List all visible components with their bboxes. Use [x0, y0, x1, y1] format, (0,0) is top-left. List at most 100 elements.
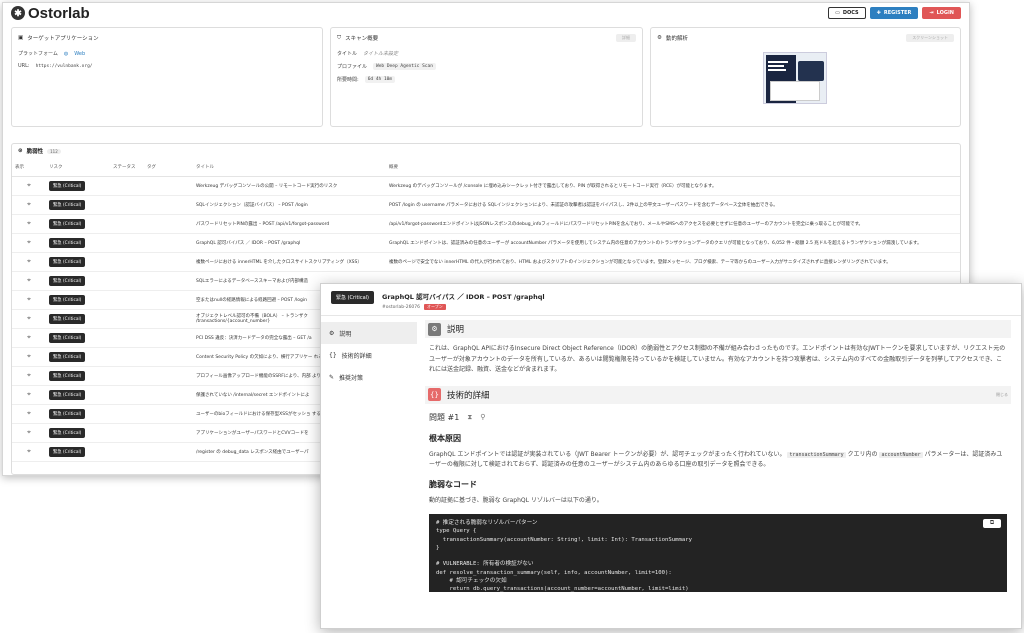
risk-badge: 緊急 (Critical): [49, 427, 86, 438]
table-row[interactable]: ⌖ 緊急 (Critical) GraphQL 認可バイパス ／ IDOR – PO…: [12, 233, 960, 253]
tags-cell: [144, 404, 193, 424]
risk-cell: 緊急 (Critical): [46, 176, 110, 196]
view-icon[interactable]: ⌖: [12, 385, 46, 405]
status-cell: [110, 442, 144, 462]
col-view[interactable]: 表示: [12, 158, 46, 177]
url-value[interactable]: https://vulnbank.org/: [36, 64, 93, 69]
title-cell[interactable]: SQLインジェクション（認証バイパス） – POST /login: [193, 195, 386, 215]
view-icon[interactable]: ⌖: [12, 328, 46, 348]
title-cell[interactable]: パスワードリセットPINの露出 – POST /api/v1/forgot-pa…: [193, 214, 386, 234]
view-icon[interactable]: ⌖: [12, 366, 46, 386]
screenshot-button[interactable]: スクリーンショット: [906, 34, 954, 42]
tags-cell: [144, 423, 193, 443]
risk-badge: 緊急 (Critical): [49, 332, 86, 343]
description-header: ⚙ 説明: [425, 320, 1011, 338]
target-title: ターゲットアプリケーション: [27, 36, 99, 42]
bug-icon: ⊛: [18, 148, 23, 154]
logo-icon: ✱: [11, 6, 25, 20]
col-risk[interactable]: リスク: [46, 158, 110, 177]
status-badge: オープン: [424, 304, 446, 310]
status-cell: [110, 309, 144, 329]
status-cell: [110, 271, 144, 291]
description-text: これは、GraphQL APIにおけるInsecure Direct Objec…: [429, 345, 1006, 373]
view-icon[interactable]: ⌖: [12, 404, 46, 424]
nav-description-label: 説明: [339, 330, 352, 338]
window-icon: ▣: [18, 35, 24, 41]
risk-cell: 緊急 (Critical): [46, 271, 110, 291]
col-summary[interactable]: 概要: [386, 158, 960, 177]
col-tags[interactable]: タグ: [144, 158, 193, 177]
risk-cell: 緊急 (Critical): [46, 385, 110, 405]
col-status[interactable]: ステータス: [110, 158, 144, 177]
register-button[interactable]: ✚ REGISTER: [869, 7, 919, 19]
view-icon[interactable]: ⌖: [12, 195, 46, 215]
copy-icon[interactable]: ⧉: [983, 519, 1001, 528]
duration-value: 6d 4h 10m: [364, 76, 396, 83]
status-cell: [110, 252, 144, 272]
view-icon[interactable]: ⌖: [12, 423, 46, 443]
duration-label: 所要時間:: [337, 77, 359, 83]
tags-cell: [144, 442, 193, 462]
register-label: REGISTER: [883, 10, 912, 16]
risk-badge: 緊急 (Critical): [49, 256, 86, 267]
docs-button[interactable]: ▭ DOCS: [828, 7, 866, 19]
risk-badge: 緊急 (Critical): [49, 294, 86, 305]
collapse-toggle[interactable]: 閉じる: [996, 392, 1008, 398]
risk-badge: 緊急 (Critical): [49, 180, 86, 191]
risk-cell: 緊急 (Critical): [46, 252, 110, 272]
title-cell[interactable]: Werkzeug デバッグコンソールの公開 – リモートコード実行のリスク: [193, 176, 386, 196]
table-row[interactable]: ⌖ 緊急 (Critical) SQLインジェクション（認証バイパス） – POST…: [12, 195, 960, 215]
status-cell: [110, 423, 144, 443]
vuln-code-desc: 動的証拠に基づき、脆弱な GraphQL リゾルバーは以下の通り。: [429, 496, 603, 504]
risk-cell: 緊急 (Critical): [46, 328, 110, 348]
globe-icon: ◍: [63, 50, 69, 57]
tags-cell: [144, 176, 193, 196]
technical-header[interactable]: {} 技術的詳細 閉じる: [425, 385, 1011, 404]
code-account-number: accountNumber: [879, 451, 923, 458]
view-icon[interactable]: ⌖: [12, 309, 46, 329]
severity-badge: 緊急 (Critical): [331, 291, 374, 304]
risk-badge: 緊急 (Critical): [49, 351, 86, 362]
col-title[interactable]: タイトル: [193, 158, 386, 177]
detail-id: #ostorlab-26076: [381, 304, 421, 310]
code-icon: {}: [428, 388, 441, 401]
docs-label: DOCS: [842, 10, 859, 16]
view-icon[interactable]: ⌖: [12, 233, 46, 253]
table-row[interactable]: ⌖ 緊急 (Critical) パスワードリセットPINの露出 – POST /ap…: [12, 214, 960, 234]
app-logo[interactable]: ✱ Ostorlab: [11, 5, 90, 22]
screenshot-thumbnail[interactable]: [763, 52, 827, 104]
view-icon[interactable]: ⌖: [12, 214, 46, 234]
risk-cell: 緊急 (Critical): [46, 214, 110, 234]
gear-icon: ⚙: [329, 329, 335, 337]
nav-recommendation[interactable]: ✎ 推奨対策: [321, 366, 417, 388]
view-icon[interactable]: ⌖: [12, 290, 46, 310]
tags-cell: [144, 309, 193, 329]
vuln-code-title: 脆弱なコード: [429, 479, 477, 489]
target-card: ▣ ターゲットアプリケーション プラットフォーム ◍ Web URL: https://…: [11, 27, 323, 127]
detail-title: GraphQL 認可バイパス ／ IDOR – POST /graphql: [381, 293, 545, 301]
scan-details-button[interactable]: 詳細: [616, 34, 636, 42]
technical-title: 技術的詳細: [447, 390, 490, 401]
tags-cell: [144, 233, 193, 253]
view-icon[interactable]: ⌖: [12, 176, 46, 196]
view-icon[interactable]: ⌖: [12, 347, 46, 367]
risk-badge: 緊急 (Critical): [49, 237, 86, 248]
view-icon[interactable]: ⌖: [12, 442, 46, 462]
table-row[interactable]: ⌖ 緊急 (Critical) Werkzeug デバッグコンソールの公開 – リモ…: [12, 176, 960, 196]
tags-cell: [144, 328, 193, 348]
issue-label: 問題 #1: [429, 412, 460, 422]
nav-description[interactable]: ⚙ 説明: [321, 322, 417, 344]
profile-value: Web Deep Agentic Scan: [373, 63, 436, 70]
status-cell: [110, 290, 144, 310]
root-cause-text: GraphQL エンドポイントでは認証が実装されている（JWT Bearer ト…: [425, 444, 1011, 471]
code-transaction-summary: transactionSummary: [787, 451, 846, 458]
table-row[interactable]: ⌖ 緊急 (Critical) 複数ページにおける innerHTML を介したクロ…: [12, 252, 960, 272]
title-cell[interactable]: 複数ページにおける innerHTML を介したクロスサイトスクリプティング（X…: [193, 252, 386, 272]
gear-icon: ⚙: [428, 322, 441, 336]
nav-technical[interactable]: {} 技術的詳細: [321, 344, 417, 366]
title-cell[interactable]: GraphQL 認可バイパス ／ IDOR – POST /graphql: [193, 233, 386, 253]
login-button[interactable]: ⇥ LOGIN: [922, 7, 961, 19]
view-icon[interactable]: ⌖: [12, 271, 46, 291]
view-icon[interactable]: ⌖: [12, 252, 46, 272]
detail-sidebar: ⚙ 説明 {} 技術的詳細 ✎ 推奨対策: [321, 316, 417, 628]
